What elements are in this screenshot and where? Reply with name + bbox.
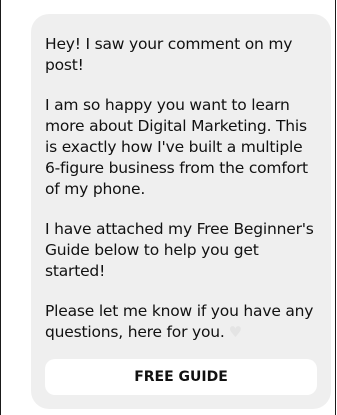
message-bubble: Hey! I saw your comment on my post! I am…	[31, 14, 331, 409]
message-greeting: Hey! I saw your comment on my post!	[45, 35, 293, 74]
chat-frame: Hey! I saw your comment on my post! I am…	[0, 0, 336, 415]
heart-icon: ♥	[228, 323, 242, 341]
message-closing: Please let me know if you have any quest…	[45, 301, 317, 343]
free-guide-button[interactable]: FREE GUIDE	[45, 359, 317, 395]
message-guide-note: I have attached my Free Beginner's Guide…	[45, 220, 314, 280]
message-closing-text: Please let me know if you have any quest…	[45, 302, 314, 341]
message-body: I am so happy you want to learn more abo…	[45, 96, 308, 198]
